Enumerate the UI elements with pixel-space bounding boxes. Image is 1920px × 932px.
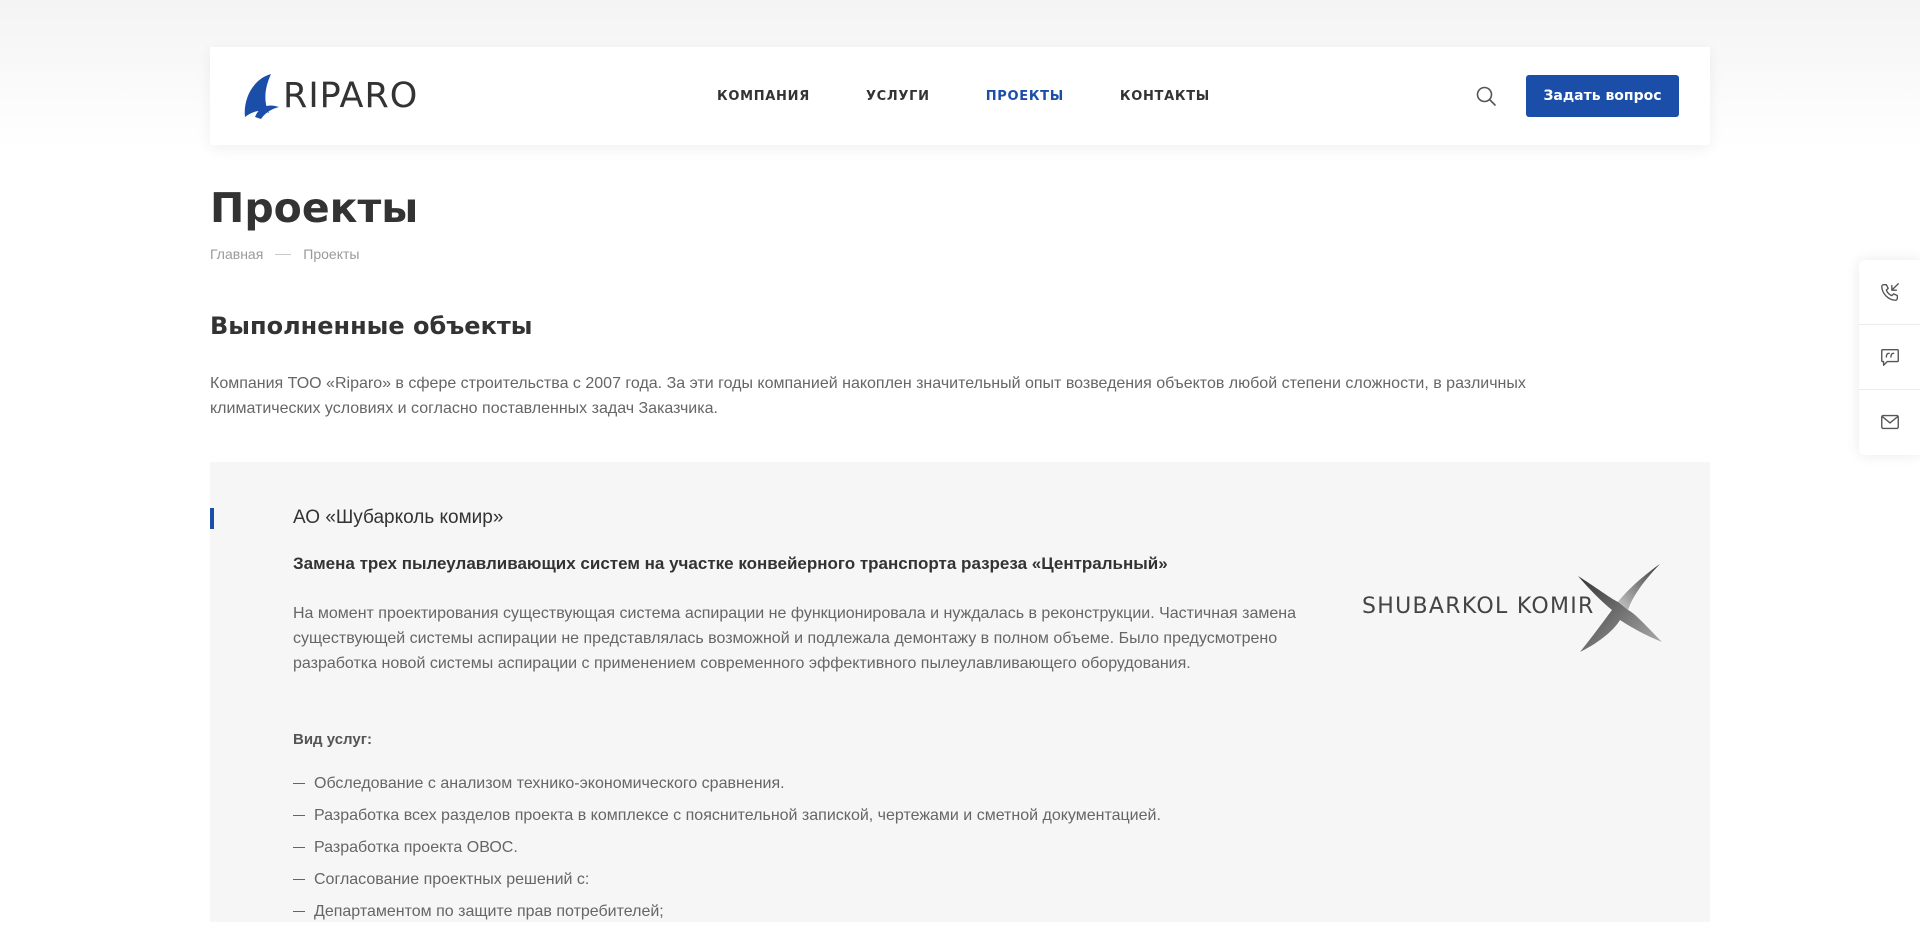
breadcrumb-separator xyxy=(275,253,292,255)
dash-marker xyxy=(293,879,305,880)
section-title: Выполненные объекты xyxy=(210,312,533,340)
chat-icon xyxy=(1880,348,1899,366)
list-item: Обследование с анализом технико-экономич… xyxy=(293,772,1161,796)
service-text: Разработка проекта ОВОС. xyxy=(314,839,518,856)
email-button[interactable] xyxy=(1859,389,1920,454)
list-item: Разработка всех разделов проекта в компл… xyxy=(293,804,1161,828)
site-logo[interactable]: RIPARO xyxy=(241,71,418,121)
project-description: На момент проектирования существующая си… xyxy=(293,605,1296,672)
page-title: Проекты xyxy=(210,184,419,232)
service-text: Разработка всех разделов проекта в компл… xyxy=(314,807,1161,824)
client-logo-text: SHUBARKOL KOMIR xyxy=(1362,594,1595,619)
services-list: Обследование с анализом технико-экономич… xyxy=(293,772,1161,932)
breadcrumb: Главная Проекты xyxy=(210,246,359,262)
project-client: АО «Шубарколь комир» xyxy=(293,507,504,528)
dash-marker xyxy=(293,783,305,784)
nav-item-projects[interactable]: ПРОЕКТЫ xyxy=(986,89,1064,104)
service-text: Согласование проектных решений с: xyxy=(314,871,590,888)
nav-item-services[interactable]: УСЛУГИ xyxy=(866,89,930,104)
mail-icon xyxy=(1880,414,1899,430)
breadcrumb-home-link[interactable]: Главная xyxy=(210,246,263,262)
list-item: Согласование проектных решений с: xyxy=(293,868,1161,892)
callback-button[interactable] xyxy=(1859,260,1920,324)
riparo-logo-icon xyxy=(244,74,279,119)
intro-text: Компания ТОО «Riparo» в сфере строительс… xyxy=(210,375,1526,417)
project-title: Замена трех пылеулавливающих систем на у… xyxy=(293,554,1168,573)
chat-button[interactable] xyxy=(1859,324,1920,389)
dash-marker xyxy=(293,847,305,848)
side-contact-panel xyxy=(1859,260,1920,455)
breadcrumb-current: Проекты xyxy=(303,246,360,262)
phone-callback-icon xyxy=(1880,283,1899,301)
logo-text: RIPARO xyxy=(283,75,419,116)
project-card: АО «Шубарколь комир» Замена трех пылеула… xyxy=(210,462,1710,922)
list-item: Департаментом по защите прав потребителе… xyxy=(293,900,1161,924)
nav-item-company[interactable]: КОМПАНИЯ xyxy=(717,89,810,104)
nav-item-contacts[interactable]: КОНТАКТЫ xyxy=(1120,89,1210,104)
shubarkol-star-icon xyxy=(1578,564,1662,652)
dash-marker xyxy=(293,815,305,816)
site-header: RIPARO КОМПАНИЯ УСЛУГИ ПРОЕКТЫ КОНТАКТЫ … xyxy=(210,47,1710,145)
search-icon[interactable] xyxy=(1474,84,1498,108)
services-label: Вид услуг: xyxy=(293,731,372,748)
service-text: Обследование с анализом технико-экономич… xyxy=(314,775,785,792)
client-logo: SHUBARKOL KOMIR xyxy=(1362,562,1672,657)
ask-question-button[interactable]: Задать вопрос xyxy=(1526,75,1679,117)
list-item: Разработка проекта ОВОС. xyxy=(293,836,1161,860)
card-accent-bar xyxy=(210,508,214,529)
main-nav: КОМПАНИЯ УСЛУГИ ПРОЕКТЫ КОНТАКТЫ xyxy=(717,47,1266,145)
